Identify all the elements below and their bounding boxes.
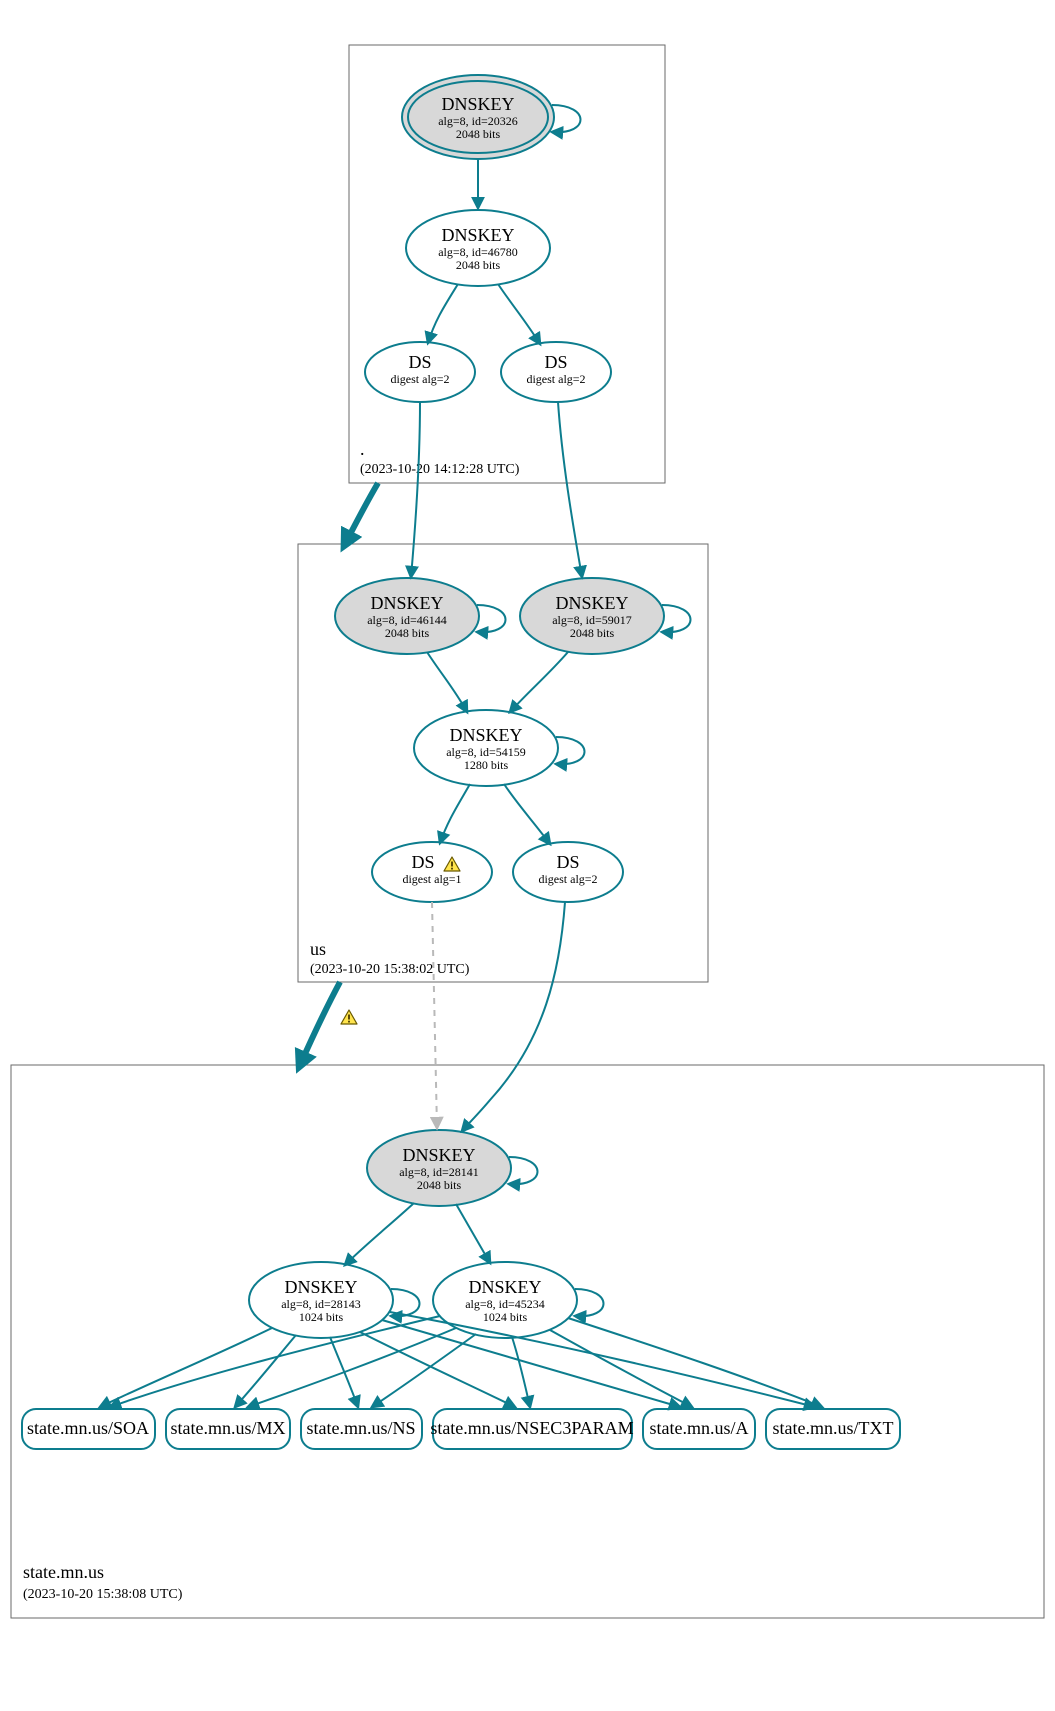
edge	[512, 1337, 530, 1407]
node-leaf-ksk[interactable]: DNSKEY alg=8, id=28141 2048 bits	[367, 1130, 511, 1206]
zone-root-name: .	[360, 439, 365, 459]
edge-dashed	[432, 902, 437, 1128]
zone-us-name: us	[310, 939, 326, 959]
node-sub1: alg=8, id=59017	[552, 613, 632, 627]
edge	[248, 1328, 456, 1407]
zone-leaf-timestamp: (2023-10-20 15:38:08 UTC)	[23, 1587, 183, 1602]
edge	[462, 902, 565, 1131]
self-loop	[662, 605, 691, 632]
edge	[550, 1330, 692, 1407]
node-root-ksk[interactable]: DNSKEY alg=8, id=20326 2048 bits	[402, 75, 554, 159]
rr-nsec3param[interactable]: state.mn.us/NSEC3PARAM	[430, 1409, 633, 1449]
node-sub1: alg=8, id=20326	[438, 114, 518, 128]
node-sub1: digest alg=2	[538, 872, 597, 886]
edge	[235, 1335, 296, 1407]
node-root-zsk[interactable]: DNSKEY alg=8, id=46780 2048 bits	[406, 210, 550, 286]
node-us-ksk2[interactable]: DNSKEY alg=8, id=59017 2048 bits	[520, 578, 664, 654]
node-label: DNSKEY	[441, 94, 514, 114]
delegation-arrow	[300, 982, 340, 1065]
edge	[504, 784, 550, 844]
self-loop	[552, 105, 581, 132]
node-sub2: 2048 bits	[570, 626, 615, 640]
node-us-ds1[interactable]: DS digest alg=1	[372, 842, 492, 902]
edge	[360, 1332, 515, 1407]
edge	[427, 652, 467, 712]
zone-root-timestamp: (2023-10-20 14:12:28 UTC)	[360, 462, 520, 477]
node-label: DS	[411, 852, 434, 872]
node-label: DNSKEY	[449, 725, 522, 745]
self-loop	[477, 605, 506, 632]
rr-label: state.mn.us/TXT	[773, 1418, 894, 1438]
node-sub1: alg=8, id=46780	[438, 245, 518, 259]
edge	[568, 1318, 822, 1407]
node-sub1: digest alg=2	[390, 372, 449, 386]
node-label: DS	[544, 352, 567, 372]
self-loop	[556, 737, 585, 764]
rr-soa[interactable]: state.mn.us/SOA	[22, 1409, 155, 1449]
rr-label: state.mn.us/NSEC3PARAM	[430, 1418, 633, 1438]
edge	[510, 652, 568, 712]
node-sub2: 2048 bits	[456, 127, 501, 141]
edge	[456, 1204, 490, 1263]
node-label: DNSKEY	[441, 225, 514, 245]
node-sub2: 2048 bits	[417, 1178, 462, 1192]
node-us-ds2[interactable]: DS digest alg=2	[513, 842, 623, 902]
node-label: DS	[408, 352, 431, 372]
zone-us-timestamp: (2023-10-20 15:38:02 UTC)	[310, 962, 470, 977]
zone-box-leaf	[11, 1065, 1044, 1618]
node-label: DNSKEY	[555, 593, 628, 613]
edge	[440, 784, 470, 843]
rr-ns[interactable]: state.mn.us/NS	[301, 1409, 422, 1449]
node-label: DNSKEY	[402, 1145, 475, 1165]
node-label: DNSKEY	[468, 1277, 541, 1297]
edge	[428, 284, 458, 343]
node-sub1: alg=8, id=45234	[465, 1297, 545, 1311]
node-label: DNSKEY	[284, 1277, 357, 1297]
node-label: DNSKEY	[370, 593, 443, 613]
zone-leaf-name: state.mn.us	[23, 1562, 104, 1582]
rr-label: state.mn.us/A	[650, 1418, 749, 1438]
self-loop	[575, 1289, 604, 1316]
node-sub1: alg=8, id=28143	[281, 1297, 361, 1311]
rr-mx[interactable]: state.mn.us/MX	[166, 1409, 290, 1449]
node-sub2: 2048 bits	[385, 626, 430, 640]
rr-label: state.mn.us/SOA	[27, 1418, 149, 1438]
delegation-arrow	[345, 483, 378, 544]
node-sub1: alg=8, id=54159	[446, 745, 526, 759]
node-us-ksk1[interactable]: DNSKEY alg=8, id=46144 2048 bits	[335, 578, 479, 654]
node-sub2: 1024 bits	[299, 1310, 344, 1324]
node-sub2: 1024 bits	[483, 1310, 528, 1324]
node-sub1: digest alg=2	[526, 372, 585, 386]
rr-label: state.mn.us/MX	[171, 1418, 286, 1438]
edge	[558, 402, 582, 577]
node-label: DS	[556, 852, 579, 872]
node-root-ds2[interactable]: DS digest alg=2	[501, 342, 611, 402]
rr-txt[interactable]: state.mn.us/TXT	[766, 1409, 900, 1449]
node-us-zsk[interactable]: DNSKEY alg=8, id=54159 1280 bits	[414, 710, 558, 786]
edge	[411, 402, 420, 577]
node-leaf-zsk2[interactable]: DNSKEY alg=8, id=45234 1024 bits	[433, 1262, 577, 1338]
edge	[498, 284, 540, 344]
node-leaf-zsk1[interactable]: DNSKEY alg=8, id=28143 1024 bits	[249, 1262, 393, 1338]
self-loop	[509, 1157, 538, 1184]
node-sub1: digest alg=1	[402, 872, 461, 886]
rr-label: state.mn.us/NS	[306, 1418, 415, 1438]
rr-a[interactable]: state.mn.us/A	[643, 1409, 755, 1449]
warning-icon	[341, 1010, 357, 1024]
node-sub1: alg=8, id=46144	[367, 613, 447, 627]
node-sub2: 2048 bits	[456, 258, 501, 272]
node-root-ds1[interactable]: DS digest alg=2	[365, 342, 475, 402]
edge	[345, 1203, 414, 1265]
node-sub1: alg=8, id=28141	[399, 1165, 479, 1179]
node-sub2: 1280 bits	[464, 758, 509, 772]
